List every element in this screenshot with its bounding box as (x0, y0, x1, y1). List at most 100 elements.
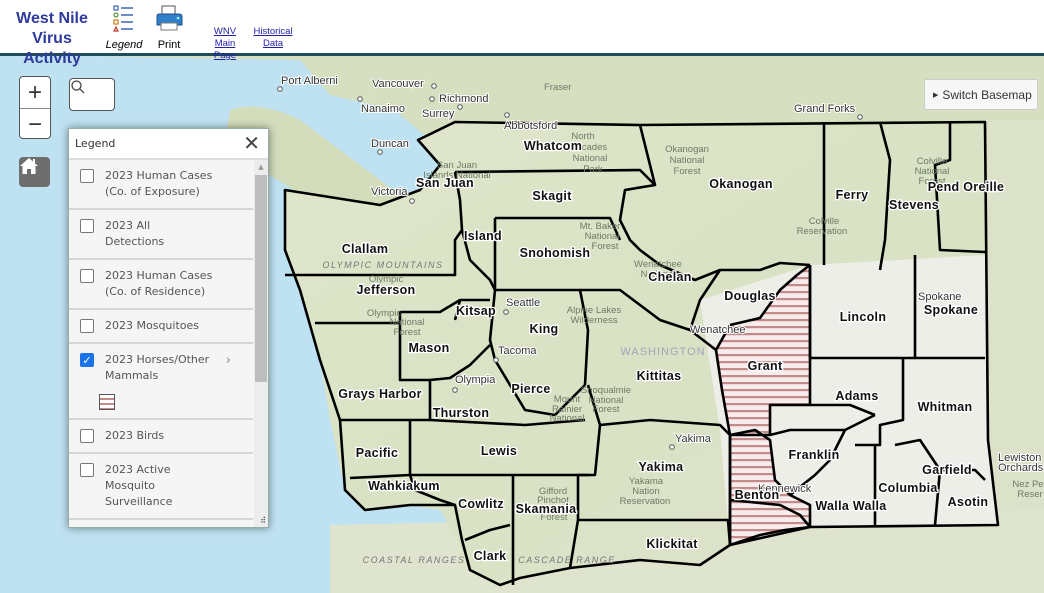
legend-item-human-cases-exposure[interactable]: 2023 Human Cases (Co. of Exposure) (69, 160, 253, 210)
svg-text:WASHINGTON: WASHINGTON (620, 346, 705, 358)
svg-text:Seattle: Seattle (506, 297, 540, 309)
legend-item-label: 2023 Human Cases (105, 269, 213, 282)
svg-text:Okanogan: Okanogan (709, 177, 773, 191)
legend-item-label: 2023 Birds (105, 429, 165, 442)
svg-text:Surrey: Surrey (422, 108, 455, 120)
svg-text:Port Alberni: Port Alberni (281, 75, 338, 87)
legend-item-human-cases-residence[interactable]: 2023 Human Cases (Co. of Residence) (69, 260, 253, 310)
svg-text:Clark: Clark (474, 549, 507, 563)
svg-text:National: National (670, 155, 705, 166)
printer-icon (156, 5, 183, 31)
legend-header: Legend ✕ (69, 129, 268, 160)
legend-layer-list: 2023 Human Cases (Co. of Exposure) 2023 … (69, 160, 253, 520)
red-hatch-swatch-icon (99, 394, 115, 410)
home-button[interactable] (19, 157, 50, 187)
legend-item-label: 2023 Mosquitoes (105, 319, 199, 332)
svg-text:Douglas: Douglas (724, 289, 775, 303)
legend-item-active-mosquito-surveillance[interactable]: 2023 Active Mosquito Surveillance (69, 454, 253, 520)
print-button-label: Print (157, 39, 181, 51)
historical-link-line1: Historical (253, 26, 293, 37)
legend-item-label: 2023 All (105, 219, 151, 232)
historical-data-link[interactable]: Historical Data (248, 26, 298, 50)
svg-text:Asotin: Asotin (948, 495, 989, 509)
svg-text:Forest: Forest (593, 404, 620, 415)
app-title: West Nile Virus Activity (2, 9, 102, 69)
svg-text:Park: Park (583, 164, 603, 175)
legend-button[interactable]: Legend (104, 4, 144, 51)
svg-text:Walla Walla: Walla Walla (815, 499, 887, 513)
svg-text:National: National (573, 153, 608, 164)
svg-text:Skamania: Skamania (516, 502, 578, 516)
svg-text:Adams: Adams (835, 389, 878, 403)
svg-text:Kitsap: Kitsap (456, 304, 496, 318)
layer-checkbox[interactable] (80, 169, 94, 183)
svg-text:Pierce: Pierce (511, 382, 550, 396)
svg-text:Vancouver: Vancouver (372, 78, 424, 90)
home-icon (20, 158, 38, 174)
svg-text:Forest: Forest (394, 327, 421, 338)
legend-item-label: Mammals (105, 369, 159, 382)
svg-text:Forest: Forest (674, 166, 701, 177)
svg-text:Pend Oreille: Pend Oreille (928, 180, 1005, 194)
switch-basemap-button[interactable]: ▶ Switch Basemap (924, 79, 1038, 110)
resize-handle-icon[interactable]: ⠾ (260, 516, 266, 525)
svg-text:Grand Forks: Grand Forks (794, 103, 856, 115)
legend-item-mosquitoes[interactable]: 2023 Mosquitoes (69, 310, 253, 344)
svg-text:Lewis: Lewis (481, 444, 517, 458)
legend-item-horses-other-mammals[interactable]: ✓ › 2023 Horses/Other Mammals (69, 344, 253, 420)
zoom-control: + − (19, 76, 51, 139)
legend-title: Legend (75, 137, 116, 150)
legend-panel: Legend ✕ 2023 Human Cases (Co. of Exposu… (68, 128, 269, 528)
legend-scrollbar[interactable]: ▲ (254, 160, 268, 527)
svg-text:Wenatchee: Wenatchee (690, 324, 745, 336)
zoom-in-button[interactable]: + (20, 77, 50, 108)
svg-text:Whitman: Whitman (918, 400, 973, 414)
close-icon[interactable]: ✕ (243, 132, 260, 154)
layer-checkbox[interactable] (80, 463, 94, 477)
print-button[interactable]: Print (150, 4, 188, 51)
scrollbar-thumb[interactable] (255, 175, 267, 382)
layer-checkbox[interactable] (80, 429, 94, 443)
wnv-link-line1: WNV (213, 26, 237, 37)
wnv-main-page-link[interactable]: WNV Main Page (204, 26, 246, 62)
search-button[interactable] (69, 78, 115, 111)
expand-triangle-icon: ▶ (933, 91, 939, 99)
app-title-line2: Virus Activity (23, 30, 81, 67)
svg-text:Forest: Forest (592, 241, 619, 252)
svg-text:Skagit: Skagit (532, 189, 572, 203)
svg-text:Ferry: Ferry (836, 188, 869, 202)
svg-text:OLYMPIC MOUNTAINS: OLYMPIC MOUNTAINS (322, 260, 443, 270)
legend-item-all-detections[interactable]: 2023 All Detections (69, 210, 253, 260)
layer-checkbox[interactable] (80, 269, 94, 283)
svg-text:CASCADE RANGE: CASCADE RANGE (518, 555, 616, 565)
layer-checkbox-checked[interactable]: ✓ (80, 353, 94, 367)
legend-item-birds[interactable]: 2023 Birds (69, 420, 253, 454)
legend-list-icon (113, 5, 133, 32)
svg-text:Island: Island (464, 229, 502, 243)
svg-text:Reser: Reser (1017, 489, 1042, 500)
svg-text:Mason: Mason (408, 341, 449, 355)
search-icon (71, 80, 85, 94)
wnv-link-line2: Main Page (213, 38, 237, 61)
svg-text:Franklin: Franklin (788, 448, 839, 462)
svg-text:Olympia: Olympia (455, 374, 496, 386)
svg-text:COASTAL RANGES: COASTAL RANGES (363, 555, 466, 565)
svg-text:Okanogan: Okanogan (665, 144, 709, 155)
chevron-right-icon[interactable]: › (226, 353, 231, 369)
svg-text:National: National (550, 413, 585, 424)
svg-text:Cowlitz: Cowlitz (458, 497, 504, 511)
layer-checkbox[interactable] (80, 219, 94, 233)
svg-text:Columbia: Columbia (878, 481, 938, 495)
svg-text:Victoria: Victoria (371, 186, 408, 198)
layer-checkbox[interactable] (80, 319, 94, 333)
zoom-out-button[interactable]: − (20, 108, 50, 138)
svg-text:Lincoln: Lincoln (840, 310, 887, 324)
svg-text:Snohomish: Snohomish (520, 246, 591, 260)
svg-text:Stevens: Stevens (889, 198, 939, 212)
svg-text:Whatcom: Whatcom (524, 139, 582, 153)
svg-text:Yakima: Yakima (675, 433, 712, 445)
legend-button-label: Legend (105, 39, 143, 51)
svg-text:Reservation: Reservation (797, 226, 848, 237)
scroll-up-arrow-icon[interactable]: ▲ (254, 160, 268, 174)
legend-item-label: 2023 Active (105, 463, 171, 476)
